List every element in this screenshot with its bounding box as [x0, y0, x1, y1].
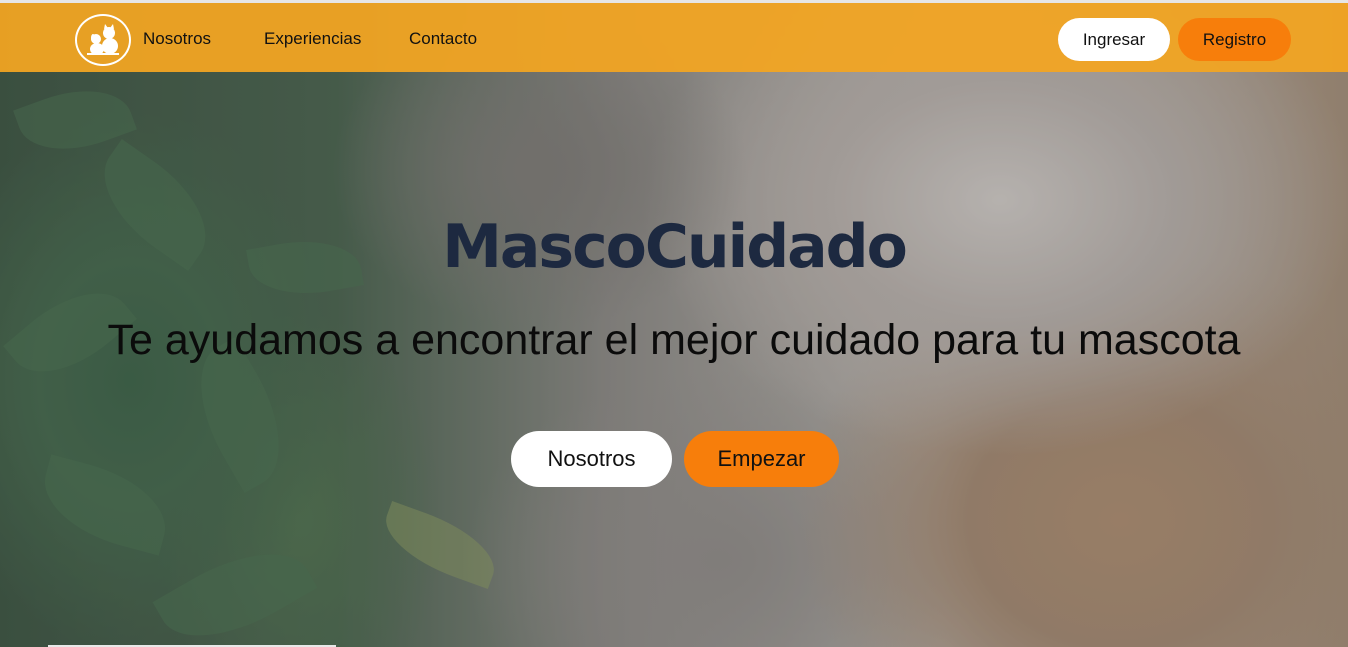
landing-page: Nosotros Experiencias Contacto Ingresar …	[0, 0, 1348, 647]
get-started-button[interactable]: Empezar	[684, 431, 839, 487]
register-button[interactable]: Registro	[1178, 18, 1291, 61]
login-button[interactable]: Ingresar	[1058, 18, 1170, 61]
about-us-button[interactable]: Nosotros	[511, 431, 672, 487]
nav-link-nosotros[interactable]: Nosotros	[143, 29, 211, 49]
hero-title: MascoCuidado	[442, 212, 908, 282]
nav-link-experiencias[interactable]: Experiencias	[264, 29, 361, 49]
dog-and-cat-logo-icon[interactable]	[75, 14, 131, 66]
hero-subtitle: Te ayudamos a encontrar el mejor cuidado…	[107, 316, 1241, 364]
nav-link-contacto[interactable]: Contacto	[409, 29, 477, 49]
top-navbar: Nosotros Experiencias Contacto Ingresar …	[0, 0, 1348, 72]
